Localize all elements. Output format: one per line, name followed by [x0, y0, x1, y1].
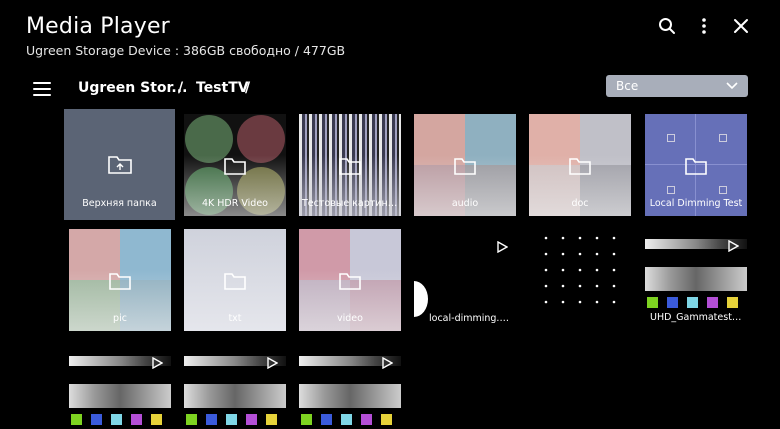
breadcrumb-item-storage[interactable]: Ugreen Stor...	[78, 80, 187, 96]
folder-icon	[338, 271, 362, 295]
filter-dropdown[interactable]: Все	[606, 75, 748, 97]
folder-icon	[108, 271, 132, 295]
parent-folder-tile[interactable]: Верхняя папка	[64, 109, 175, 220]
folder-tile-test-pictures[interactable]: Тестовые картинки	[299, 114, 401, 216]
filter-selected-value: Все	[616, 79, 639, 93]
app-title: Media Player	[26, 14, 170, 39]
tile-label: txt	[228, 313, 242, 324]
folder-tile-4k-hdr[interactable]: 4K HDR Video	[184, 114, 286, 216]
tile-label: video	[337, 313, 363, 324]
tile-label: UHD_Gammatest_SD...	[650, 312, 747, 323]
play-icon	[496, 238, 509, 257]
play-icon	[381, 354, 394, 373]
folder-tile-txt[interactable]: txt	[184, 229, 286, 331]
tile-label: local-dimming.mp4	[429, 313, 516, 324]
tile-label: doc	[571, 198, 589, 209]
video-file-thumbnail[interactable]	[184, 344, 286, 429]
breadcrumb-separator: /	[245, 80, 251, 96]
breadcrumb-separator: /	[178, 80, 184, 96]
tile-label: audio	[451, 198, 479, 209]
folder-icon	[684, 156, 708, 180]
play-icon	[266, 354, 279, 373]
tile-label: pic	[113, 313, 127, 324]
folder-tile-audio[interactable]: audio	[414, 114, 516, 216]
hamburger-menu-icon[interactable]	[33, 82, 51, 98]
search-icon[interactable]	[655, 14, 679, 38]
video-file-uhd-gammatest[interactable]: UHD_Gammatest_SD...	[645, 229, 747, 331]
video-file-thumbnail[interactable]	[69, 344, 171, 429]
folder-tile-video[interactable]: video	[299, 229, 401, 331]
chevron-down-icon	[726, 79, 738, 93]
tile-label: Верхняя папка	[82, 198, 157, 209]
tile-label: Local Dimming Test	[649, 198, 743, 209]
video-file-thumbnail[interactable]	[299, 344, 401, 429]
folder-icon	[223, 271, 247, 295]
more-vertical-icon[interactable]	[692, 14, 716, 38]
folder-icon	[338, 156, 362, 180]
storage-info: Ugreen Storage Device : 386GB свободно /…	[26, 43, 346, 58]
breadcrumb-item-testtv[interactable]: TestTV	[196, 80, 249, 96]
video-file-local-dimming[interactable]: local-dimming.mp4	[414, 229, 516, 331]
folder-tile-local-dimming[interactable]: Local Dimming Test	[645, 114, 747, 216]
folder-tile-doc[interactable]: doc	[529, 114, 631, 216]
folder-icon	[453, 156, 477, 180]
dots-thumbnail[interactable]	[540, 234, 632, 314]
folder-icon	[223, 156, 247, 180]
close-icon[interactable]	[729, 14, 753, 38]
folder-icon	[568, 156, 592, 180]
tile-label: Тестовые картинки	[302, 198, 400, 209]
folder-up-icon	[107, 153, 133, 179]
play-icon	[727, 237, 740, 256]
folder-tile-pic[interactable]: pic	[69, 229, 171, 331]
tile-label: 4K HDR Video	[202, 198, 268, 209]
play-icon	[151, 354, 164, 373]
